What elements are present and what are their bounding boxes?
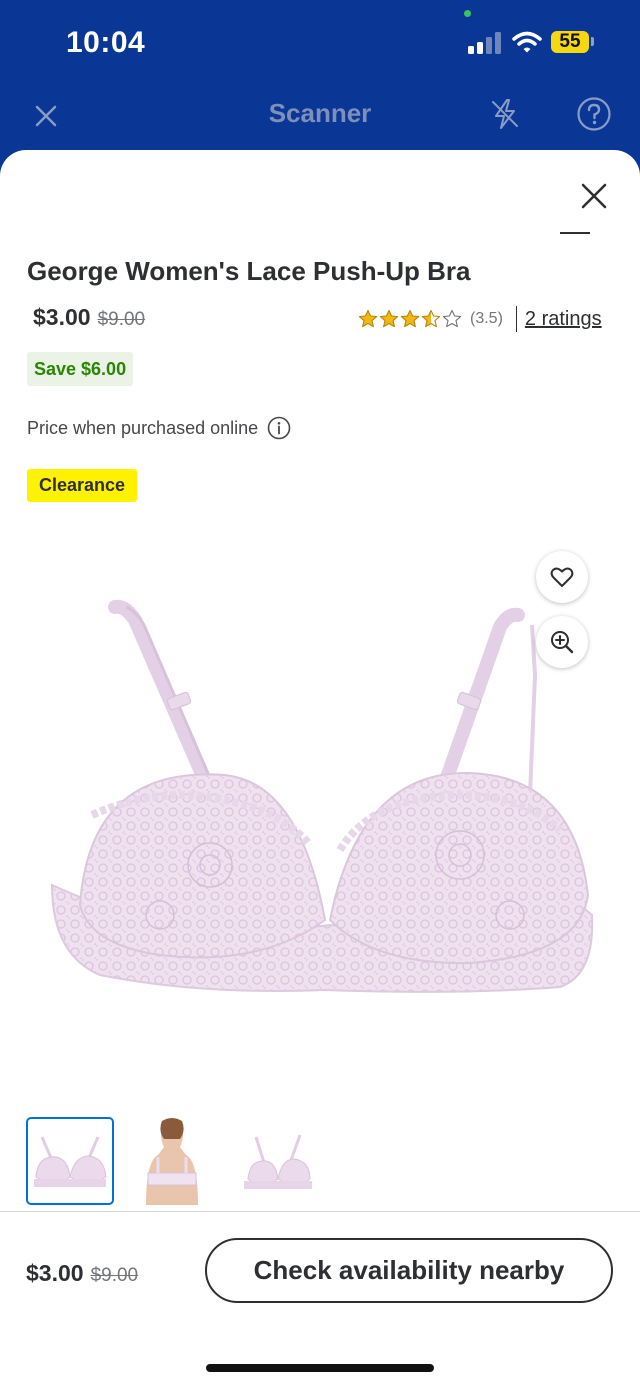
info-icon[interactable]: [267, 416, 291, 440]
online-price-note: Price when purchased online: [27, 416, 291, 440]
status-time: 10:04: [66, 26, 146, 59]
status-bar: 10:04 55: [0, 0, 640, 90]
zoom-button[interactable]: [536, 616, 588, 668]
bottom-divider: [0, 1211, 640, 1212]
thumbnail-model-back: [146, 1118, 198, 1205]
rating-divider: [515, 306, 517, 332]
cellular-signal-icon: [468, 32, 501, 54]
ratings-link[interactable]: 2 ratings: [525, 308, 602, 331]
battery-icon: 55: [551, 31, 589, 53]
star-icon: [421, 309, 441, 328]
sheet-close-icon[interactable]: [578, 180, 610, 212]
wifi-icon: [512, 31, 542, 53]
thumbnail-bra-front: [34, 1136, 107, 1187]
check-availability-button[interactable]: Check availability nearby: [205, 1238, 613, 1303]
star-icon: [442, 309, 462, 328]
current-price: $3.00: [33, 304, 91, 330]
thumbnail-1[interactable]: [26, 1117, 114, 1205]
thumbnail-bra-angle: [244, 1134, 312, 1189]
battery-nub: [591, 37, 594, 46]
price-row: $3.00 $9.00: [33, 304, 145, 331]
product-title: George Women's Lace Push-Up Bra: [27, 256, 471, 286]
bottom-price: $3.00 $9.00: [26, 1260, 138, 1287]
privacy-indicator-dot: [464, 10, 471, 17]
flash-off-icon[interactable]: [487, 96, 523, 132]
zoom-in-icon: [551, 631, 574, 654]
bottom-was-price: $9.00: [90, 1265, 139, 1286]
home-indicator: [206, 1364, 434, 1372]
online-price-text: Price when purchased online: [27, 417, 259, 438]
thumbnail-3[interactable]: [230, 1117, 318, 1205]
product-image[interactable]: [40, 595, 610, 1055]
favorite-button[interactable]: [536, 551, 588, 603]
bottom-current-price: $3.00: [26, 1260, 84, 1286]
thumbnail-2[interactable]: [128, 1117, 216, 1205]
star-icon: [358, 309, 378, 328]
clearance-badge: Clearance: [27, 469, 138, 502]
scanner-title: Scanner: [268, 98, 372, 128]
rating-value: (3.5): [470, 310, 503, 327]
help-icon[interactable]: [576, 96, 612, 132]
sheet-handle[interactable]: [560, 232, 590, 234]
star-icon: [400, 309, 420, 328]
star-rating: [358, 309, 462, 329]
star-icon: [379, 309, 399, 328]
was-price: $9.00: [97, 309, 146, 330]
thumbnail-gallery: [26, 1117, 318, 1205]
heart-icon: [550, 567, 574, 587]
save-badge: Save $6.00: [27, 352, 134, 386]
scanner-header: Scanner: [0, 90, 640, 150]
rating-summary: (3.5) 2 ratings: [358, 306, 602, 332]
product-sheet: George Women's Lace Push-Up Bra $3.00 $9…: [0, 150, 640, 1386]
